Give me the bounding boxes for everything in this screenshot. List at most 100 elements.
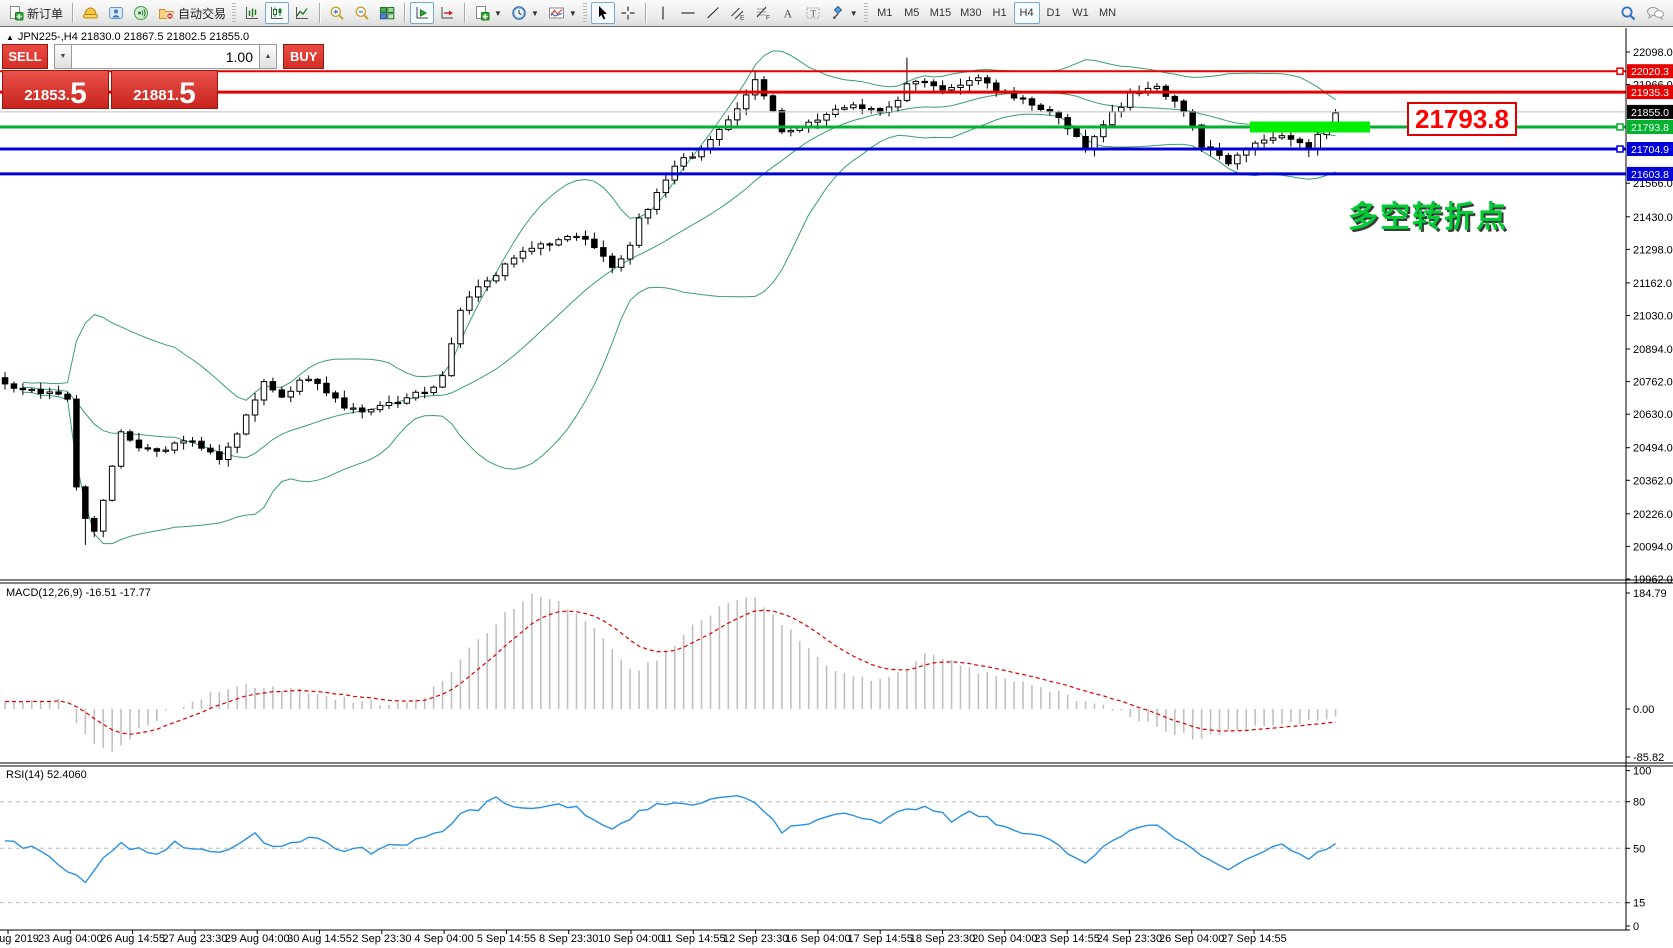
separator — [72, 3, 73, 23]
rsi-axis-label: 0 — [1633, 921, 1639, 933]
tile-windows-button[interactable] — [375, 2, 399, 24]
candle-body — [1217, 150, 1223, 155]
candle-body — [181, 441, 187, 443]
candle-body — [449, 344, 455, 376]
text-label-tool-button[interactable]: T — [801, 2, 825, 24]
sell-price-frac: 5 — [70, 81, 87, 107]
price-callout-box[interactable]: 21793.8 — [1407, 102, 1517, 136]
chat-button[interactable] — [1642, 2, 1669, 24]
timeframe-MN[interactable]: MN — [1095, 2, 1121, 24]
text-tool-button[interactable]: A — [776, 2, 800, 24]
metaeditor-button[interactable] — [78, 2, 103, 24]
timeframe-M30[interactable]: M30 — [956, 2, 985, 24]
dropdown-caret-icon: ▼ — [850, 9, 858, 18]
candle-body — [1029, 99, 1035, 105]
vertical-line-tool-button[interactable] — [651, 2, 675, 24]
search-button[interactable] — [1616, 2, 1641, 24]
line-chart-mode-button[interactable] — [290, 2, 314, 24]
candle-body — [190, 441, 196, 442]
strategy-tester-button[interactable] — [129, 2, 153, 24]
horizontal-line-tool-button[interactable] — [676, 2, 700, 24]
candle-body — [493, 276, 499, 281]
auto-scroll-button[interactable] — [410, 2, 434, 24]
timeframe-W1[interactable]: W1 — [1068, 2, 1094, 24]
candle-body — [404, 398, 410, 403]
candle-body — [1127, 92, 1133, 107]
time-axis[interactable]: 21 Aug 201923 Aug 04:0026 Aug 14:5527 Au… — [0, 933, 1626, 947]
equidistant-channel-tool-button[interactable]: E — [726, 2, 750, 24]
price-axis-tick-label: 20094.0 — [1633, 541, 1673, 553]
candlestick-mode-button[interactable] — [265, 2, 289, 24]
zoom-in-icon — [329, 5, 345, 21]
terminal-icon — [108, 5, 124, 21]
toolbar-drag-handle[interactable] — [232, 3, 236, 23]
price-axis-tick-label: 20630.0 — [1633, 409, 1673, 421]
auto-scroll-icon — [414, 5, 430, 21]
buy-price-frac: 5 — [179, 81, 196, 107]
new-chart-button[interactable]: ▼ — [470, 2, 506, 24]
volume-decrease-button[interactable]: ▼ — [54, 44, 72, 69]
fibonacci-tool-button[interactable]: F — [751, 2, 775, 24]
candle-body — [681, 158, 687, 167]
chart-shift-button[interactable] — [435, 2, 459, 24]
timeframe-H4[interactable]: H4 — [1014, 2, 1040, 24]
zoom-in-button[interactable] — [325, 2, 349, 24]
buy-button[interactable]: BUY — [283, 44, 324, 69]
arrows-tool-button[interactable]: ▼ — [826, 2, 862, 24]
new-order-button[interactable]: 新订单 — [4, 2, 67, 24]
candle-body — [770, 96, 776, 111]
candle-body — [645, 209, 651, 218]
collapse-arrow-icon[interactable]: ▲ — [6, 33, 14, 42]
sell-button[interactable]: SELL — [2, 44, 48, 69]
bar-chart-mode-button[interactable] — [240, 2, 264, 24]
periods-button[interactable]: ▼ — [507, 2, 543, 24]
timeframe-M15[interactable]: M15 — [926, 2, 955, 24]
candle-body — [38, 389, 44, 393]
candle-body — [377, 405, 383, 409]
candle-body — [359, 408, 365, 412]
candle-body — [458, 310, 464, 344]
candle-body — [1181, 101, 1187, 111]
crosshair-tool-button[interactable] — [616, 2, 640, 24]
timeframe-D1[interactable]: D1 — [1041, 2, 1067, 24]
candle-body — [1020, 98, 1026, 99]
toolbar-drag-handle[interactable] — [864, 3, 868, 23]
candle-body — [145, 448, 151, 449]
chart-area[interactable]: 22098.021966.021566.021430.021298.021162… — [0, 0, 1673, 948]
candle-body — [940, 86, 946, 90]
trendline-tool-button[interactable] — [701, 2, 725, 24]
candle-body — [860, 105, 866, 109]
candle-body — [431, 387, 437, 392]
terminal-button[interactable] — [104, 2, 128, 24]
highlight-band[interactable] — [1250, 122, 1370, 133]
toolbar-drag-handle[interactable] — [583, 3, 587, 23]
line-anchor-marker[interactable] — [1617, 124, 1623, 130]
cursor-tool-button[interactable] — [591, 2, 615, 24]
turning-point-annotation[interactable]: 多空转折点 — [1348, 192, 1508, 236]
sell-price-box[interactable]: 21853.5 — [2, 70, 109, 109]
candle-body — [627, 245, 633, 259]
timeframe-M5[interactable]: M5 — [899, 2, 925, 24]
price-axis-tick-label: 21430.0 — [1633, 212, 1673, 224]
rsi-label: RSI(14) 52.4060 — [6, 769, 87, 781]
symbol-info[interactable]: ▲JPN225-,H4 21830.0 21867.5 21802.5 2185… — [6, 31, 249, 43]
volume-increase-button[interactable]: ▲ — [259, 44, 277, 69]
volume-input[interactable] — [72, 44, 259, 69]
line-anchor-marker[interactable] — [1617, 146, 1623, 152]
candle-body — [949, 88, 955, 90]
buy-price-box[interactable]: 21881.5 — [111, 70, 218, 109]
sell-price-int: 21853 — [24, 88, 66, 103]
zoom-out-button[interactable] — [350, 2, 374, 24]
candle-body — [324, 383, 330, 393]
candle-body — [101, 500, 107, 531]
autotrading-button[interactable]: 自动交易 — [154, 2, 230, 24]
line-anchor-marker[interactable] — [1617, 68, 1623, 74]
candle-body — [1038, 105, 1044, 109]
indicators-button[interactable]: ▼ — [544, 2, 581, 24]
candle-body — [502, 264, 508, 276]
price-axis-tick-label: 20362.0 — [1633, 475, 1673, 487]
candle-body — [127, 432, 133, 440]
price-label-text: 21704.9 — [1631, 144, 1669, 156]
timeframe-H1[interactable]: H1 — [987, 2, 1013, 24]
timeframe-M1[interactable]: M1 — [872, 2, 898, 24]
